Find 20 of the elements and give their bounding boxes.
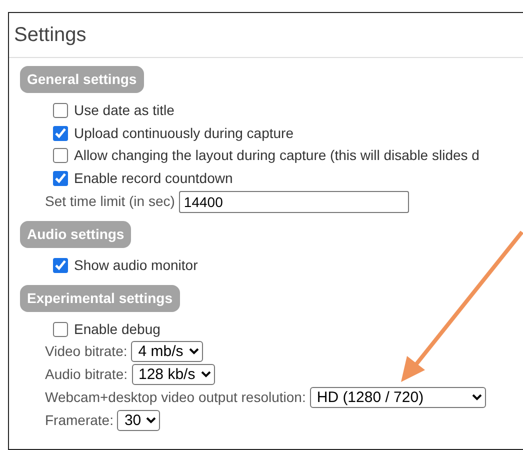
panel-title: Settings — [9, 13, 523, 58]
field-label: Webcam+desktop video output resolution: — [45, 388, 306, 408]
input-field[interactable]: 14400 — [178, 190, 409, 213]
checkbox-label: Upload continuously during capture — [74, 124, 294, 143]
section-header: General settings — [20, 66, 144, 93]
field-label: Framerate: — [45, 410, 114, 430]
dropdown[interactable]: 4 mb/s — [131, 341, 204, 362]
field-label: Set time limit (in sec) — [45, 192, 175, 212]
field-label: Video bitrate: — [45, 342, 128, 362]
section-header: Audio settings — [20, 220, 132, 248]
dropdown[interactable]: HD (1280 / 720) — [310, 387, 486, 408]
checkbox-label: Allow changing the layout during capture (this will disable slides d — [74, 146, 480, 166]
dropdown[interactable]: 30 — [117, 410, 160, 431]
field-label: Audio bitrate: — [45, 365, 128, 384]
section-header: Experimental settings — [20, 284, 180, 312]
checkbox-label: Enable debug — [74, 320, 160, 339]
checkbox-label: Use date as title — [74, 100, 174, 120]
checkbox-label: Show audio monitor — [74, 256, 198, 275]
checkbox-label: Enable record countdown — [74, 169, 233, 188]
dropdown[interactable]: 128 kb/s — [132, 364, 214, 386]
